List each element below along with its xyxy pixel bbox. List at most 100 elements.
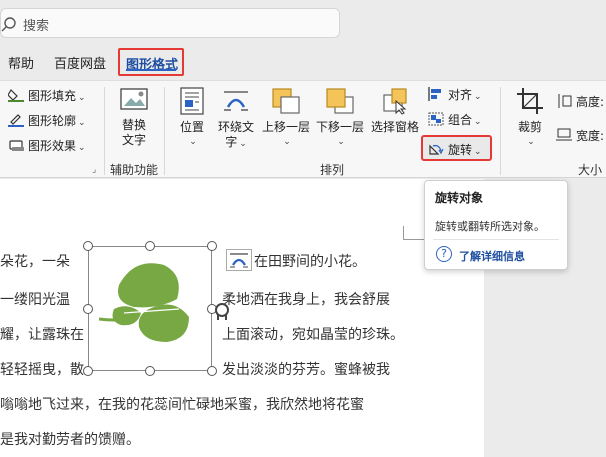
align-button[interactable]: 对齐 ⌄ [428, 86, 482, 103]
selected-shape[interactable] [88, 246, 212, 371]
alt-text-icon [119, 87, 149, 116]
search-icon [1, 16, 17, 35]
bring-forward-label: 上移一层 [261, 120, 310, 134]
layout-options-icon [230, 253, 248, 268]
alt-text-label-2: 文字 [121, 133, 146, 147]
margin-marker [403, 226, 404, 240]
tooltip-description: 旋转或翻转所选对象。 [435, 220, 545, 233]
text-line: 发出淡淡的芬芳。蜜蜂被我 [222, 362, 390, 378]
tab-shape-format[interactable]: 图形格式 [118, 48, 184, 76]
resize-handle[interactable] [207, 366, 217, 376]
resize-handle[interactable] [145, 366, 155, 376]
height-icon [556, 94, 572, 108]
send-backward-label: 下移一层 [315, 120, 364, 134]
rotate-tooltip: 旋转对象 旋转或翻转所选对象。 ? 了解详细信息 [424, 180, 568, 270]
wrap-text-icon [222, 87, 250, 118]
text-line: 轻轻摇曳，散 [0, 362, 84, 378]
alt-text-button[interactable]: 替换 文字 [112, 87, 156, 148]
text-line: 一缕阳光温 [0, 292, 70, 308]
active-tab-underline [126, 69, 176, 71]
chevron-down-icon: ⌄ [474, 117, 482, 127]
group-divider [164, 87, 165, 175]
arrange-group-label: 排列 [320, 163, 345, 177]
crop-label: 裁剪 [517, 120, 542, 134]
rotation-handle-icon[interactable] [212, 300, 232, 325]
align-label: 对齐 [448, 88, 473, 102]
bring-forward-icon [271, 87, 301, 118]
pen-icon [8, 113, 24, 127]
text-line: 在田野间的小花。 [254, 254, 366, 270]
position-icon [179, 87, 205, 118]
chevron-down-icon: ⌄ [239, 139, 247, 149]
rotate-row: 旋转 ⌄ [428, 141, 482, 158]
rotate-button[interactable]: 旋转 ⌄ [421, 135, 492, 161]
send-backward-button[interactable]: 下移一层 ⌄ [314, 87, 366, 150]
resize-handle[interactable] [207, 241, 217, 251]
document-page[interactable] [0, 179, 484, 457]
crop-button[interactable]: 裁剪 ⌄ [510, 87, 550, 150]
paint-bucket-icon [7, 88, 24, 102]
shape-effects-icon [8, 138, 24, 152]
chevron-down-icon: ⌄ [337, 137, 345, 147]
resize-handle[interactable] [145, 241, 155, 251]
position-button[interactable]: 位置 ⌄ [172, 87, 212, 150]
rotate-label: 旋转 [448, 143, 473, 157]
width-icon [556, 128, 572, 142]
resize-handle[interactable] [83, 241, 93, 251]
text-line: 柔地洒在我身上，我会舒展 [222, 292, 390, 308]
width-field[interactable]: 宽度: [556, 127, 604, 144]
ribbon: 图形填充 ⌄ 图形轮廓 ⌄ 图形效果 ⌄ ⌟ 替换 文字 辅助功能 位置 ⌄ 环绕文 … [0, 80, 606, 178]
chevron-down-icon: ⌄ [283, 137, 291, 147]
chevron-down-icon: ⌄ [78, 143, 86, 153]
resize-handle[interactable] [83, 366, 93, 376]
search-placeholder: 搜索 [23, 19, 50, 34]
shape-fill-label: 图形填充 [28, 89, 77, 103]
shape-fill-button[interactable]: 图形填充 ⌄ [7, 87, 86, 104]
size-group-label: 大小 [578, 163, 603, 177]
tooltip-divider [433, 239, 559, 240]
chevron-down-icon: ⌄ [189, 137, 197, 147]
rotate-icon [428, 142, 444, 156]
shape-outline-label: 图形轮廓 [28, 114, 77, 128]
shape-effects-button[interactable]: 图形效果 ⌄ [8, 137, 86, 154]
bring-forward-button[interactable]: 上移一层 ⌄ [260, 87, 312, 150]
shape-effects-label: 图形效果 [28, 139, 77, 153]
wrap-text-label-2-row: 字 ⌄ [214, 135, 258, 152]
text-line: 耀，让露珠在 [0, 327, 84, 343]
group-icon [428, 112, 444, 126]
shape-outline-button[interactable]: 图形轮廓 ⌄ [8, 112, 86, 129]
search-box[interactable]: 搜索 [0, 8, 340, 38]
tab-baidu-netdisk[interactable]: 百度网盘 [54, 53, 106, 72]
width-label: 宽度: [576, 129, 605, 143]
wrap-text-label-1: 环绕文 [217, 120, 254, 134]
send-backward-icon [325, 87, 355, 118]
title-bar: 搜索 [0, 0, 606, 44]
resize-handle[interactable] [83, 304, 93, 314]
text-line: 上面滚动，宛如晶莹的珍珠。 [222, 327, 404, 343]
position-label: 位置 [179, 120, 204, 134]
chevron-down-icon: ⌄ [474, 92, 482, 102]
learn-more-link[interactable]: 了解详细信息 [459, 248, 525, 264]
text-line: 嗡嗡地飞过来，在我的花蕊间忙碌地采蜜，我欣然地将花蜜 [0, 397, 364, 413]
tooltip-title: 旋转对象 [435, 191, 484, 205]
height-field[interactable]: 高度: [556, 93, 604, 110]
dialog-launcher-icon[interactable]: ⌟ [92, 165, 96, 175]
align-icon [428, 87, 444, 101]
ribbon-tabs: 帮助 百度网盘 图形格式 [0, 48, 606, 78]
wrap-text-button[interactable]: 环绕文 字 ⌄ [214, 87, 258, 152]
layout-options-button[interactable] [226, 249, 252, 271]
help-icon: ? [436, 246, 452, 262]
text-line: 是我对勤劳者的馈赠。 [0, 432, 140, 448]
accessibility-group-label: 辅助功能 [110, 163, 159, 177]
chevron-down-icon: ⌄ [78, 118, 86, 128]
group-label: 组合 [448, 113, 473, 127]
selection-pane-label: 选择窗格 [370, 120, 419, 134]
margin-marker [403, 239, 425, 240]
selection-pane-icon [380, 87, 410, 118]
height-label: 高度: [576, 95, 605, 109]
leaf-graphic [98, 263, 189, 342]
group-button[interactable]: 组合 ⌄ [428, 111, 482, 128]
crop-icon [516, 87, 544, 118]
tab-help[interactable]: 帮助 [8, 53, 34, 72]
selection-pane-button[interactable]: 选择窗格 [368, 87, 422, 135]
